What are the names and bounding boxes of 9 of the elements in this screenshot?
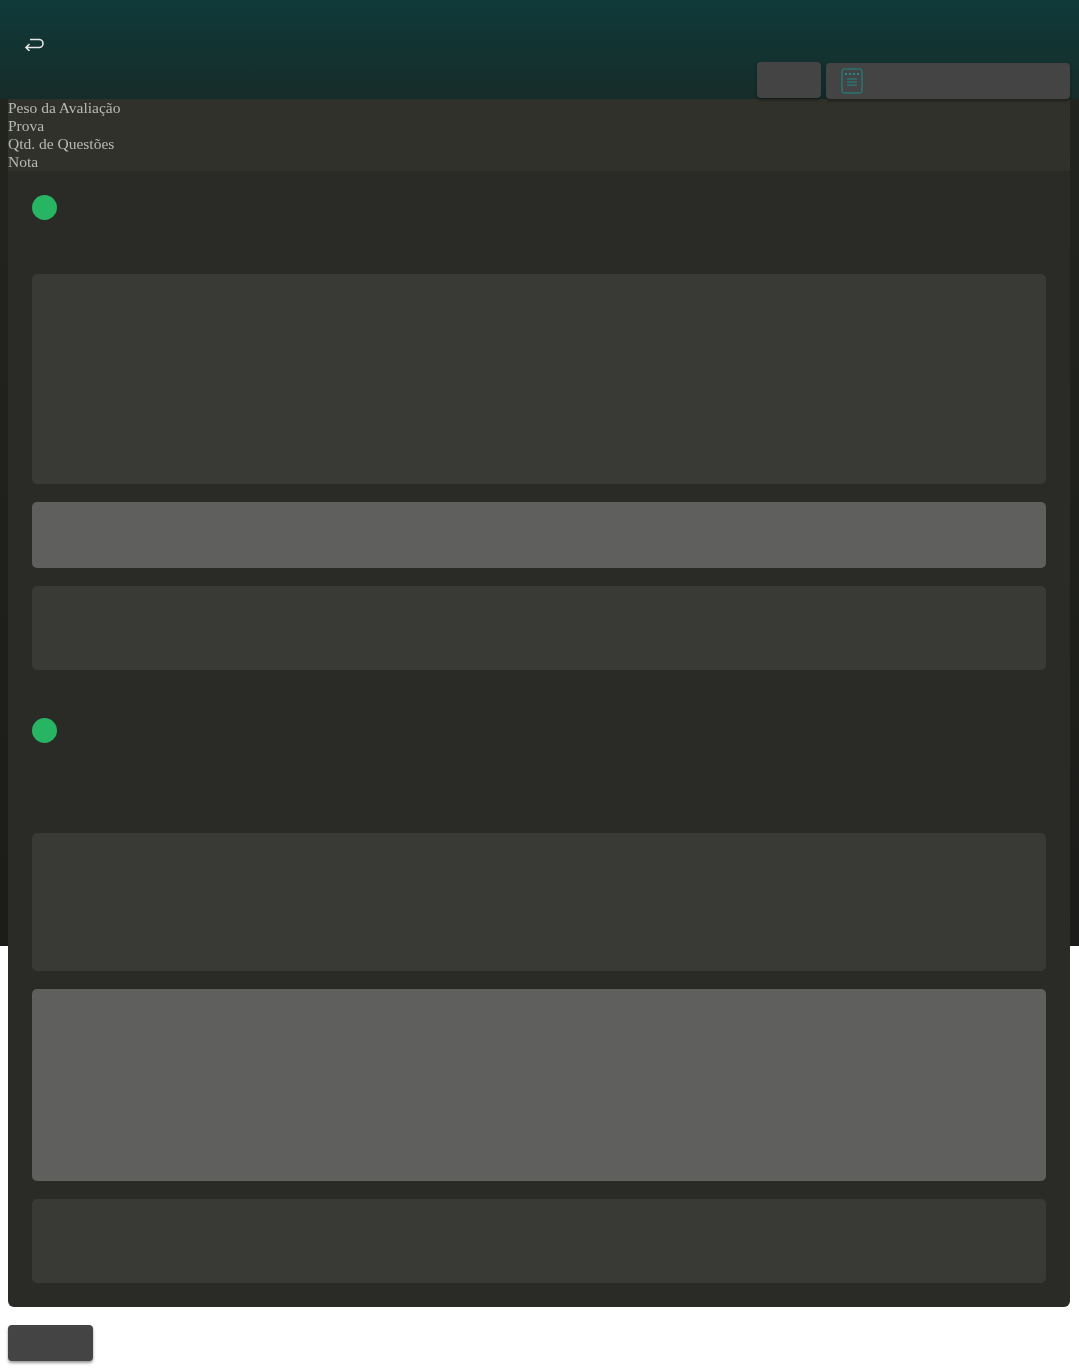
column-label: Peso da Avaliação	[8, 99, 122, 117]
notes-button[interactable]	[826, 63, 1070, 99]
notepad-icon	[841, 68, 863, 94]
return-arrow-icon[interactable]	[24, 38, 44, 51]
column-label: Prova	[8, 117, 46, 135]
action-button[interactable]	[8, 1325, 93, 1361]
column-label: Qtd. de Questões	[8, 135, 116, 153]
column-label: Nota	[8, 153, 40, 171]
action-button[interactable]	[757, 62, 821, 98]
